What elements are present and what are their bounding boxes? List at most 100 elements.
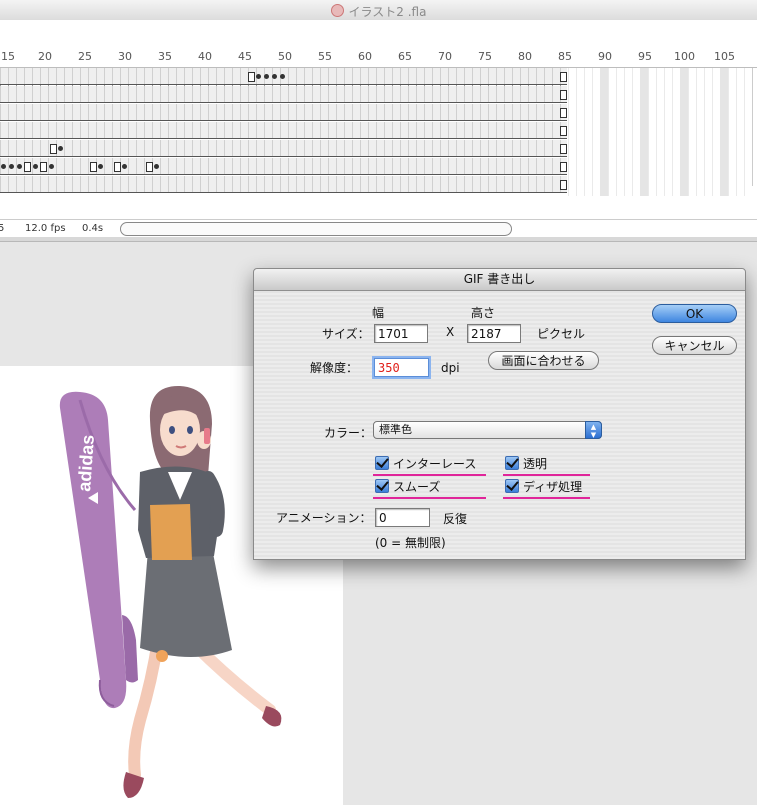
frame-rate[interactable]: 12.0 fps bbox=[25, 223, 66, 234]
repeat-unit: 反復 bbox=[443, 512, 468, 526]
height-input[interactable]: 2187 bbox=[467, 324, 521, 343]
keyframe[interactable] bbox=[146, 162, 153, 172]
layer-row[interactable] bbox=[0, 68, 567, 85]
highlight-underline bbox=[503, 474, 590, 476]
window-title: イラスト2 .fla bbox=[0, 3, 757, 20]
ruler-number: 95 bbox=[638, 50, 652, 63]
dither-label: ディザ処理 bbox=[523, 480, 583, 494]
width-input[interactable]: 1701 bbox=[374, 324, 428, 343]
layer-row[interactable] bbox=[0, 86, 567, 103]
checkbox-checked-icon bbox=[505, 456, 519, 470]
timeline-horizontal-scrollbar[interactable] bbox=[120, 222, 512, 236]
keyframe[interactable] bbox=[560, 90, 567, 100]
ruler-number: 25 bbox=[78, 50, 92, 63]
frame-stripe bbox=[720, 68, 728, 196]
animation-label: アニメーション： bbox=[276, 511, 372, 525]
keyframe-dot[interactable] bbox=[280, 74, 285, 79]
size-label: サイズ： bbox=[322, 327, 370, 341]
ruler-number: 45 bbox=[238, 50, 252, 63]
color-select[interactable]: 標準色 ▲ ▼ bbox=[373, 421, 602, 439]
ruler-number: 20 bbox=[38, 50, 52, 63]
ruler-number: 90 bbox=[598, 50, 612, 63]
keyframe-dot[interactable] bbox=[1, 164, 6, 169]
elapsed-time: 0.4s bbox=[82, 223, 104, 234]
layer-row[interactable] bbox=[0, 176, 567, 193]
keyframe-dot[interactable] bbox=[256, 74, 261, 79]
height-header: 高さ bbox=[471, 306, 496, 320]
keyframe[interactable] bbox=[50, 144, 57, 154]
keyframe[interactable] bbox=[90, 162, 97, 172]
ruler-number: 75 bbox=[478, 50, 492, 63]
keyframe-dot[interactable] bbox=[33, 164, 38, 169]
cancel-button[interactable]: キャンセル bbox=[652, 336, 737, 355]
ruler-number: 35 bbox=[158, 50, 172, 63]
flash-document-icon bbox=[330, 4, 344, 17]
dialog-title: GIF 書き出し bbox=[254, 269, 745, 291]
height-value: 2187 bbox=[471, 327, 502, 341]
ruler-number: 30 bbox=[118, 50, 132, 63]
keyframe[interactable] bbox=[560, 72, 567, 82]
match-screen-button[interactable]: 画面に合わせる bbox=[488, 351, 599, 370]
frame-stripe bbox=[600, 68, 608, 196]
ruler-number: 55 bbox=[318, 50, 332, 63]
ruler-number: 100 bbox=[674, 50, 695, 63]
timeline-status-bar: 5 12.0 fps 0.4s bbox=[0, 219, 757, 239]
color-select-value: 標準色 bbox=[379, 423, 412, 436]
layer-frames[interactable] bbox=[0, 68, 567, 196]
frame-ruler[interactable]: 15 20 25 30 35 40 45 50 55 60 65 70 75 8… bbox=[0, 21, 757, 88]
ok-button[interactable]: OK bbox=[652, 304, 737, 323]
keyframe-dot[interactable] bbox=[17, 164, 22, 169]
ruler-number: 85 bbox=[558, 50, 572, 63]
layer-row[interactable] bbox=[0, 104, 567, 121]
ruler-number: 50 bbox=[278, 50, 292, 63]
interlace-checkbox[interactable]: インターレース bbox=[375, 455, 476, 473]
animation-repeat-input[interactable]: 0 bbox=[375, 508, 430, 527]
keyframe[interactable] bbox=[248, 72, 255, 82]
window-titlebar: イラスト2 .fla bbox=[0, 0, 757, 21]
keyframe[interactable] bbox=[560, 162, 567, 172]
color-label: カラー： bbox=[324, 426, 373, 440]
racket-bag: adidas bbox=[59, 391, 138, 709]
checkbox-checked-icon bbox=[375, 456, 389, 470]
keyframe-dot[interactable] bbox=[9, 164, 14, 169]
transparent-checkbox[interactable]: 透明 bbox=[505, 455, 547, 473]
dpi-unit: dpi bbox=[441, 361, 460, 375]
keyframe[interactable] bbox=[24, 162, 31, 172]
ruler-number: 40 bbox=[198, 50, 212, 63]
ruler-number: 15 bbox=[1, 50, 15, 63]
frame-stripe bbox=[680, 68, 688, 196]
layer-row[interactable] bbox=[0, 158, 567, 175]
keyframe[interactable] bbox=[560, 144, 567, 154]
layer-row[interactable] bbox=[0, 122, 567, 139]
smooth-checkbox[interactable]: スムーズ bbox=[375, 478, 440, 496]
keyframe[interactable] bbox=[560, 108, 567, 118]
size-separator: X bbox=[446, 325, 455, 339]
window-title-text: イラスト2 .fla bbox=[348, 5, 427, 19]
keyframe-dot[interactable] bbox=[122, 164, 127, 169]
keyframe-dot[interactable] bbox=[154, 164, 159, 169]
keyframe-dot[interactable] bbox=[58, 146, 63, 151]
keyframe[interactable] bbox=[560, 180, 567, 190]
transparent-label: 透明 bbox=[523, 457, 548, 471]
keyframe[interactable] bbox=[114, 162, 121, 172]
chevron-updown-icon: ▲ ▼ bbox=[585, 421, 602, 439]
keyframe[interactable] bbox=[40, 162, 47, 172]
ruler-number: 65 bbox=[398, 50, 412, 63]
ruler-number: 60 bbox=[358, 50, 372, 63]
keyframe[interactable] bbox=[560, 126, 567, 136]
keyframe-dot[interactable] bbox=[49, 164, 54, 169]
timeline-vertical-scrollbar[interactable] bbox=[752, 68, 757, 186]
layer-row[interactable] bbox=[0, 140, 567, 157]
resolution-value: 350 bbox=[378, 361, 400, 375]
resolution-input[interactable]: 350 bbox=[374, 358, 429, 377]
frame-stripe bbox=[640, 68, 648, 196]
dither-checkbox[interactable]: ディザ処理 bbox=[505, 478, 582, 496]
keyframe-dot[interactable] bbox=[272, 74, 277, 79]
keyframe-dot[interactable] bbox=[98, 164, 103, 169]
animation-repeat-value: 0 bbox=[379, 511, 387, 525]
checkbox-checked-icon bbox=[375, 479, 389, 493]
keyframe-dot[interactable] bbox=[264, 74, 269, 79]
bag-brand-text: adidas bbox=[74, 434, 98, 492]
empty-frames-area bbox=[568, 68, 752, 196]
interlace-label: インターレース bbox=[393, 457, 477, 471]
